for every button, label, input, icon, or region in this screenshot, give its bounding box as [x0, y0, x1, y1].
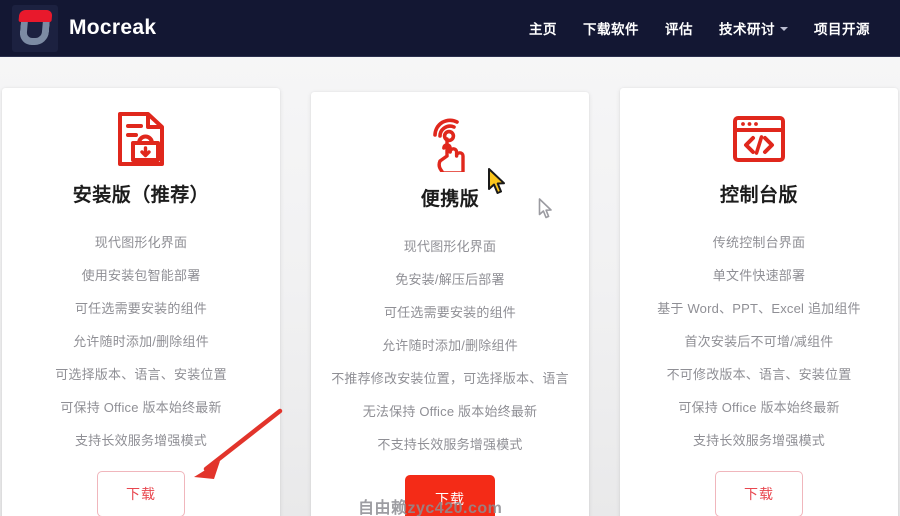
- feature-item: 无法保持 Office 版本始终最新: [362, 404, 538, 419]
- feature-item: 允许随时添加/删除组件: [382, 338, 518, 353]
- feature-item: 传统控制台界面: [712, 235, 806, 250]
- nav-item-tech-discussion[interactable]: 技术研讨: [719, 18, 788, 38]
- feature-item: 使用安装包智能部署: [81, 268, 201, 283]
- edition-card-console: 控制台版 传统控制台界面 单文件快速部署 基于 Word、PPT、Excel 追…: [620, 88, 898, 516]
- card-title: 便携版: [420, 189, 480, 210]
- main-nav: 主页 下载软件 评估 技术研讨 项目开源: [529, 18, 870, 38]
- page-root: Mocreak 主页 下载软件 评估 技术研讨 项目开源 安装版（推荐） 现代图…: [0, 0, 900, 516]
- feature-item: 可保持 Office 版本始终最新: [678, 400, 840, 415]
- feature-item: 现代图形化界面: [403, 239, 497, 254]
- feature-item: 不可修改版本、语言、安装位置: [666, 367, 852, 382]
- feature-item: 免安装/解压后部署: [395, 272, 505, 287]
- feature-item: 可任选需要安装的组件: [74, 301, 207, 316]
- mocreak-u-logo-icon: [12, 4, 58, 52]
- nav-item-evaluation[interactable]: 评估: [665, 18, 693, 38]
- feature-item: 不支持长效服务增强模式: [377, 437, 523, 452]
- download-button-installer[interactable]: 下载: [97, 471, 185, 516]
- card-title: 控制台版: [719, 185, 798, 206]
- feature-item: 首次安装后不可增/减组件: [684, 334, 834, 349]
- brand-name: Mocreak: [69, 16, 157, 39]
- console-code-window-icon: [731, 110, 787, 168]
- feature-item: 可选择版本、语言、安装位置: [55, 367, 227, 382]
- feature-item: 单文件快速部署: [712, 268, 806, 283]
- edition-card-portable: 便携版 现代图形化界面 免安装/解压后部署 可任选需要安装的组件 允许随时添加/…: [311, 92, 589, 516]
- edition-cards: 安装版（推荐） 现代图形化界面 使用安装包智能部署 可任选需要安装的组件 允许随…: [0, 88, 900, 516]
- brand-logo-area[interactable]: Mocreak: [12, 4, 157, 52]
- nav-item-label: 主页: [529, 22, 557, 37]
- nav-item-label: 评估: [665, 22, 693, 37]
- feature-item: 不推荐修改安装位置，可选择版本、语言: [331, 371, 569, 386]
- feature-list: 传统控制台界面 单文件快速部署 基于 Word、PPT、Excel 追加组件 首…: [630, 226, 888, 457]
- download-button-wrap: 下载: [630, 471, 888, 516]
- download-button-wrap: 下载: [12, 471, 270, 516]
- nav-item-open-source[interactable]: 项目开源: [814, 18, 870, 38]
- card-title: 安装版（推荐）: [72, 185, 210, 206]
- feature-item: 基于 Word、PPT、Excel 追加组件: [657, 301, 861, 316]
- feature-item: 现代图形化界面: [94, 235, 188, 250]
- feature-item: 支持长效服务增强模式: [74, 433, 207, 448]
- nav-item-label: 技术研讨: [719, 22, 775, 37]
- site-watermark: 自由赖zyc420.com: [358, 500, 503, 516]
- site-header: Mocreak 主页 下载软件 评估 技术研讨 项目开源: [0, 0, 900, 57]
- document-lock-download-icon: [114, 110, 168, 168]
- feature-item: 可任选需要安装的组件: [383, 305, 516, 320]
- feature-item: 支持长效服务增强模式: [692, 433, 825, 448]
- feature-item: 允许随时添加/删除组件: [73, 334, 209, 349]
- feature-item: 可保持 Office 版本始终最新: [60, 400, 222, 415]
- nav-item-home[interactable]: 主页: [529, 18, 557, 38]
- chevron-down-icon: [780, 27, 788, 31]
- nav-item-download-software[interactable]: 下载软件: [583, 18, 639, 38]
- nav-item-label: 下载软件: [583, 22, 639, 37]
- feature-list: 现代图形化界面 使用安装包智能部署 可任选需要安装的组件 允许随时添加/删除组件…: [12, 226, 270, 457]
- nav-item-label: 项目开源: [814, 22, 870, 37]
- feature-list: 现代图形化界面 免安装/解压后部署 可任选需要安装的组件 允许随时添加/删除组件…: [321, 230, 579, 461]
- edition-card-installer: 安装版（推荐） 现代图形化界面 使用安装包智能部署 可任选需要安装的组件 允许随…: [2, 88, 280, 516]
- touch-tap-hand-icon: [423, 114, 477, 172]
- download-button-console[interactable]: 下载: [715, 471, 803, 516]
